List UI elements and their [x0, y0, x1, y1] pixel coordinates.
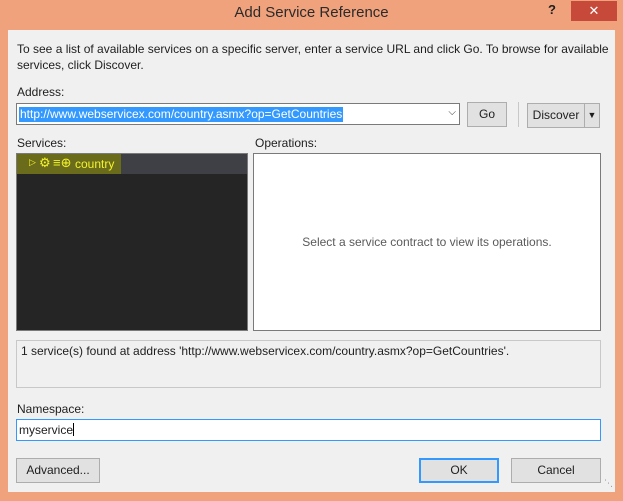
cancel-button[interactable]: Cancel — [511, 458, 601, 483]
gear-icon: ⚙ — [39, 155, 51, 170]
address-label: Address: — [17, 85, 65, 99]
services-tree[interactable]: ▷ ⚙ ≡⊕ country — [16, 153, 248, 331]
help-button[interactable]: ? — [540, 2, 564, 22]
window-title: Add Service Reference — [234, 4, 389, 21]
resize-grip-icon[interactable]: ⋱ — [604, 478, 613, 489]
namespace-label: Namespace: — [17, 402, 85, 416]
status-message: 1 service(s) found at address 'http://ww… — [21, 344, 510, 358]
toolbar-divider — [518, 102, 519, 127]
close-button[interactable]: ✕ — [571, 1, 617, 21]
status-area: 1 service(s) found at address 'http://ww… — [16, 340, 601, 388]
address-value[interactable]: http://www.webservicex.com/country.asmx?… — [19, 107, 344, 122]
discover-button[interactable]: Discover — [527, 103, 585, 128]
advanced-button[interactable]: Advanced... — [16, 458, 100, 483]
discover-dropdown-button[interactable]: ▼ — [584, 103, 600, 128]
ok-button[interactable]: OK — [419, 458, 499, 483]
namespace-value[interactable]: myservice — [19, 423, 73, 437]
text-caret — [73, 423, 75, 436]
service-name[interactable]: country — [75, 157, 114, 171]
globe-icon: ≡⊕ — [53, 155, 72, 170]
services-label: Services: — [17, 136, 67, 150]
operations-label: Operations: — [255, 136, 318, 150]
service-tree-item[interactable]: ▷ ⚙ ≡⊕ country — [17, 154, 247, 174]
namespace-input[interactable]: myservice — [16, 419, 601, 441]
title-bar[interactable]: Add Service Reference ? ✕ — [0, 0, 623, 30]
namespace-value-wrap[interactable]: myservice — [19, 423, 75, 437]
expand-arrow-icon[interactable]: ▷ — [29, 157, 36, 168]
go-button[interactable]: Go — [467, 102, 507, 127]
add-service-reference-window: Add Service Reference ? ✕ To see a list … — [0, 0, 623, 501]
intro-text: To see a list of available services on a… — [17, 42, 609, 72]
dialog-body: To see a list of available services on a… — [8, 30, 615, 492]
operations-panel[interactable]: Select a service contract to view its op… — [253, 153, 601, 331]
operations-hint: Select a service contract to view its op… — [302, 235, 552, 249]
chevron-down-icon[interactable]: ⌵ — [448, 107, 456, 118]
address-combobox[interactable]: http://www.webservicex.com/country.asmx?… — [16, 103, 460, 125]
